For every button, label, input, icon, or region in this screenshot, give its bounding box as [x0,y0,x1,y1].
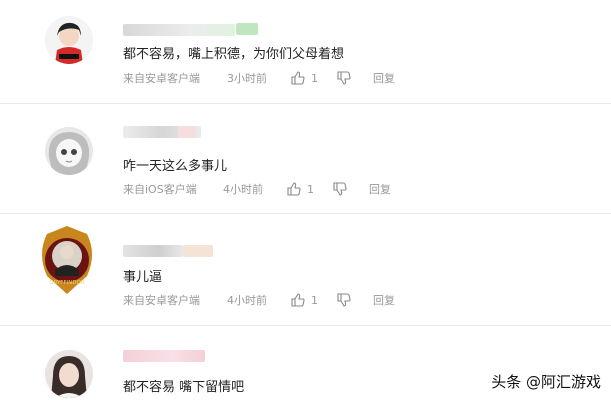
avatar[interactable] [45,127,93,175]
comment-source: 来自安卓客户端 [123,72,200,85]
level-badge [236,23,258,35]
thumbs-up-icon [287,182,301,196]
avatar[interactable] [45,16,93,64]
comment-source: 来自安卓客户端 [123,294,200,307]
username-blurred[interactable] [123,350,205,362]
like-count: 1 [311,71,318,85]
dislike-button[interactable] [333,182,369,196]
gryffindor-crest-text: GRYFFINDOR [49,280,85,286]
username-blurred[interactable] [123,245,183,257]
thumbs-down-icon [333,182,347,196]
level-badge [183,245,213,257]
comment-item: 咋一天这么多事儿 来自iOS客户端 4小时前 1 回复 [0,104,611,214]
watermark: 头条 @阿汇游戏 [491,373,601,391]
comment-text: 都不容易 嘴下留情吧 [123,380,245,395]
comment-item: GRYFFINDOR 事儿逼 来自安卓客户端 4小时前 1 回复 [0,214,611,326]
comment-meta: 来自安卓客户端 4小时前 1 回复 [123,292,395,308]
comment-text: 事儿逼 [123,270,163,285]
comment-meta: 来自安卓客户端 3小时前 1 回复 [123,70,395,86]
dislike-button[interactable] [337,293,373,307]
thumbs-down-icon [337,293,351,307]
like-button[interactable]: 1 [291,293,337,307]
comment-time: 4小时前 [227,294,267,307]
comment-time: 4小时前 [223,183,263,196]
reply-button[interactable]: 回复 [373,70,395,86]
comment-item: 都不容易，嘴上积德，为你们父母着想 来自安卓客户端 3小时前 1 回复 [0,0,611,104]
like-count: 1 [311,293,318,307]
comment-text: 都不容易，嘴上积德，为你们父母着想 [123,47,345,62]
like-button[interactable]: 1 [287,182,333,196]
avatar[interactable]: GRYFFINDOR [35,224,99,296]
username-blurred[interactable] [123,24,235,36]
reply-button[interactable]: 回复 [373,292,395,308]
avatar[interactable] [45,350,93,398]
comment-time: 3小时前 [227,72,267,85]
like-count: 1 [307,182,314,196]
level-badge [178,126,196,138]
comment-meta: 来自iOS客户端 4小时前 1 回复 [123,181,391,197]
like-button[interactable]: 1 [291,71,337,85]
thumbs-up-icon [291,293,305,307]
thumbs-up-icon [291,71,305,85]
dislike-button[interactable] [337,71,373,85]
comment-text: 咋一天这么多事儿 [123,159,228,174]
reply-button[interactable]: 回复 [369,181,391,197]
comment-source: 来自iOS客户端 [123,183,197,196]
thumbs-down-icon [337,71,351,85]
